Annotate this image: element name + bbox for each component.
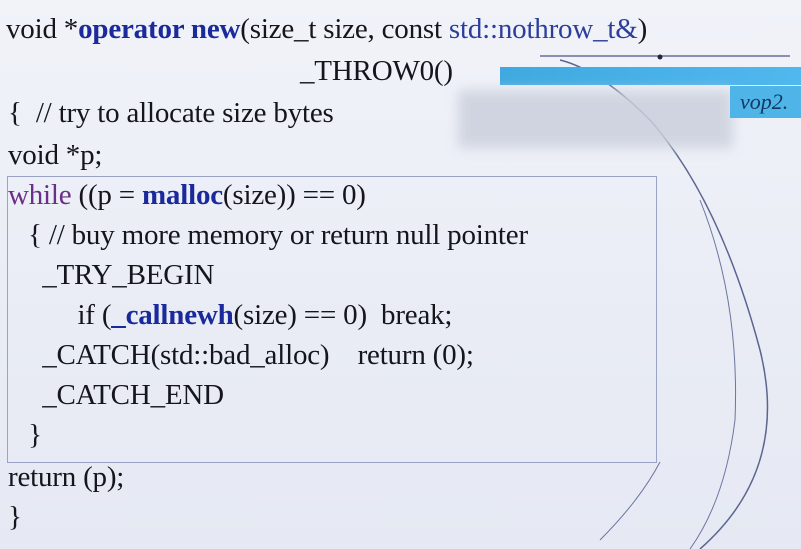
code-line-9: _CATCH(std::bad_alloc) return (0);	[14, 339, 474, 371]
code-line-12: return (p);	[8, 461, 125, 493]
code-function: _callnewh	[111, 299, 234, 331]
code-function: malloc	[141, 179, 223, 211]
code-line-6: { // buy more memory or return null poin…	[14, 219, 528, 251]
code-text: if (	[14, 299, 112, 331]
code-line-5: while ((p = malloc(size)) == 0)	[8, 178, 366, 212]
slide: vop2. void *operator new(size_t size, co…	[0, 0, 801, 549]
code-line-3: { // try to allocate size bytes	[8, 97, 334, 129]
overlay-tag: vop2.	[730, 86, 801, 118]
code-text: (size) == 0) break;	[233, 299, 453, 331]
blurred-region	[458, 90, 733, 148]
code-type: std::nothrow_t&	[448, 13, 638, 45]
code-text: (size)) == 0)	[222, 179, 366, 211]
code-line-2: _THROW0()	[300, 55, 453, 87]
code-keyword: operator new	[78, 13, 241, 45]
code-line-4: void *p;	[8, 139, 103, 171]
code-line-1: void *operator new(size_t size, const st…	[6, 12, 647, 46]
code-line-7: _TRY_BEGIN	[14, 259, 215, 291]
code-text: (size_t size, const	[240, 13, 449, 45]
code-text: )	[637, 13, 648, 45]
highlight-bar	[500, 67, 801, 85]
code-line-11: }	[14, 419, 42, 451]
code-text: ((p =	[71, 179, 142, 211]
code-line-13: }	[8, 501, 22, 533]
code-line-10: _CATCH_END	[14, 379, 224, 411]
code-line-8: if (_callnewh(size) == 0) break;	[14, 298, 452, 332]
code-keyword: while	[8, 179, 72, 211]
code-text: void *	[6, 13, 79, 45]
